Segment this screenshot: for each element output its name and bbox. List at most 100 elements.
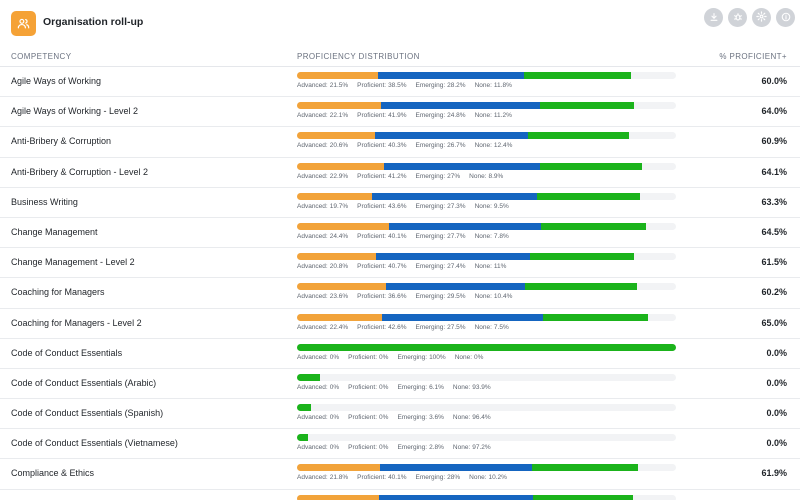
table-row[interactable]: Coaching for Managers Advanced: 23.6% Profi… — [0, 278, 800, 309]
competency-name: Anti-Bribery & Corruption — [11, 136, 112, 147]
advanced-segment — [297, 72, 379, 79]
emerging-percent: 24.8% — [447, 112, 466, 120]
none-percent: 8.9% — [488, 172, 504, 180]
table-row[interactable]: Code of Conduct Essentials (Vietnamese) A… — [0, 429, 800, 460]
emerging-percent: 100% — [429, 353, 446, 361]
table-row[interactable]: Coaching for Managers - Level 2 Advanced:… — [0, 309, 800, 339]
settings-button[interactable] — [752, 8, 771, 27]
advanced-segment — [297, 132, 376, 140]
advanced-value: Advanced: 23.6% — [297, 293, 348, 300]
table-row[interactable]: Compliance & Ethics Advanced: 21.8% Profici… — [0, 459, 800, 490]
table-row[interactable]: Change Management Advanced: 24.4% Proficien… — [0, 218, 800, 249]
proficient-value: Proficient: 40.1% — [357, 474, 406, 481]
advanced-value: Advanced: 22.9% — [297, 173, 348, 180]
page-header: Organisation roll-up — [0, 0, 800, 46]
table-row[interactable]: Business Writing Advanced: 19.7% Proficient… — [0, 188, 800, 218]
distribution-legend: Advanced: 24.4% Proficient: 40.1% Emerging: 2… — [297, 233, 518, 240]
table-row[interactable]: Code of Conduct Essentials (Arabic) Advan… — [0, 369, 800, 400]
proficient-label: Proficient: — [357, 323, 387, 331]
column-header-distribution[interactable]: PROFICIENCY DISTRIBUTION — [297, 52, 420, 61]
distribution-legend: Advanced: 19.7% Proficient: 43.6% Emerging: 2… — [297, 203, 518, 210]
proficient-label: Proficient: — [348, 383, 378, 391]
competency-name: Agile Ways of Working — [11, 76, 102, 86]
emerging-segment — [539, 102, 634, 110]
emerging-label: Emerging: — [415, 172, 446, 180]
distribution-legend: Advanced: 23.6% Proficient: 36.6% Emerging: 2… — [297, 293, 521, 300]
none-label: None: — [474, 293, 492, 301]
advanced-percent: 20.6% — [329, 142, 349, 150]
table-row[interactable]: Anti-Bribery & Corruption Advanced: 20.6% P… — [0, 127, 800, 158]
competency-name: Anti-Bribery & Corruption - Level 2 — [11, 166, 149, 177]
none-label: None: — [474, 112, 492, 120]
proficient-label: Proficient: — [357, 232, 387, 240]
emerging-percent: 27% — [447, 172, 461, 180]
none-percent: 93.9% — [472, 383, 491, 391]
advanced-label: Advanced: — [297, 263, 328, 271]
distribution-bar — [297, 192, 676, 200]
emerging-percent: 29.5% — [447, 293, 466, 301]
competency-name: Coaching for Managers — [11, 287, 105, 298]
table-row[interactable]: Code of Conduct Essentials Advanced: 0% Pro… — [0, 339, 800, 369]
download-button[interactable] — [704, 8, 723, 27]
emerging-value: Emerging: 27.5% — [416, 324, 466, 331]
proficient-label: Proficient: — [357, 202, 387, 210]
proficient-segment — [371, 192, 537, 200]
emerging-segment — [525, 283, 637, 291]
table-row[interactable]: Agile Ways of Working Advanced: 21.5% Profi… — [0, 67, 800, 98]
info-button[interactable] — [776, 8, 795, 27]
competency-name: Code of Conduct Essentials (Arabic) — [11, 377, 157, 388]
emerging-value: Emerging: 27.7% — [416, 233, 466, 240]
emerging-segment — [531, 464, 638, 472]
distribution-legend: Advanced: 22.1% Proficient: 41.9% Emerging: 2… — [297, 112, 521, 119]
emerging-value: Emerging: 27% — [416, 173, 461, 180]
proficient-percent: 40.7% — [388, 263, 407, 271]
table-row[interactable]: Code of Conduct Essentials (Spanish) Adva… — [0, 399, 800, 430]
advanced-segment — [297, 222, 390, 230]
proficient-percent: 61.5% — [761, 257, 787, 268]
table-row[interactable]: Change Management - Level 2 Advanced: 20.8… — [0, 248, 800, 279]
advanced-percent: 22.4% — [329, 323, 349, 331]
distribution-bar — [297, 72, 676, 79]
advanced-label: Advanced: — [297, 474, 328, 482]
proficient-percent: 64.1% — [761, 166, 787, 177]
emerging-segment — [539, 162, 643, 170]
emerging-percent: 27.5% — [447, 323, 466, 331]
table-row[interactable] — [0, 490, 800, 500]
emerging-segment — [530, 253, 634, 261]
advanced-label: Advanced: — [297, 414, 328, 422]
proficient-percent: 36.6% — [388, 293, 407, 301]
advanced-segment — [297, 102, 381, 110]
none-percent: 96.4% — [472, 414, 491, 422]
none-value: None: 7.5% — [475, 324, 509, 331]
emerging-percent: 26.7% — [447, 142, 466, 150]
advanced-segment — [297, 494, 380, 500]
proficient-label: Proficient: — [357, 293, 387, 301]
distribution-bar — [297, 283, 676, 291]
none-value: None: 10.2% — [469, 474, 507, 481]
advanced-percent: 21.8% — [329, 474, 349, 482]
column-header-proficient[interactable]: % PROFICIENT+ — [719, 52, 787, 61]
none-percent: 97.2% — [472, 444, 491, 452]
proficient-percent: 61.9% — [761, 468, 787, 479]
proficient-percent: 0.0% — [766, 377, 787, 388]
advanced-segment — [297, 313, 382, 321]
proficient-percent: 0% — [379, 383, 389, 391]
none-percent: 0% — [474, 353, 484, 361]
distribution-bar — [297, 162, 676, 170]
advanced-value: Advanced: 24.4% — [297, 233, 348, 240]
emerging-segment — [541, 222, 647, 230]
distribution-legend: Advanced: 0% Proficient: 0% Emerging: 2.8% Non… — [297, 444, 500, 451]
report-issue-button[interactable] — [728, 8, 747, 27]
table-row[interactable]: Agile Ways of Working - Level 2 Advanced:… — [0, 97, 800, 128]
competency-name: Compliance & Ethics — [11, 468, 95, 479]
emerging-segment — [543, 313, 648, 321]
emerging-value: Emerging: 28.2% — [416, 82, 466, 89]
proficient-segment — [379, 464, 532, 472]
none-percent: 11% — [493, 263, 507, 271]
proficient-label: Proficient: — [357, 82, 387, 89]
proficient-segment — [378, 72, 525, 79]
none-label: None: — [474, 232, 492, 240]
table-row[interactable]: Anti-Bribery & Corruption - Level 2 Advan… — [0, 158, 800, 188]
column-header-competency[interactable]: COMPETENCY — [11, 52, 71, 61]
none-label: None: — [469, 474, 487, 482]
